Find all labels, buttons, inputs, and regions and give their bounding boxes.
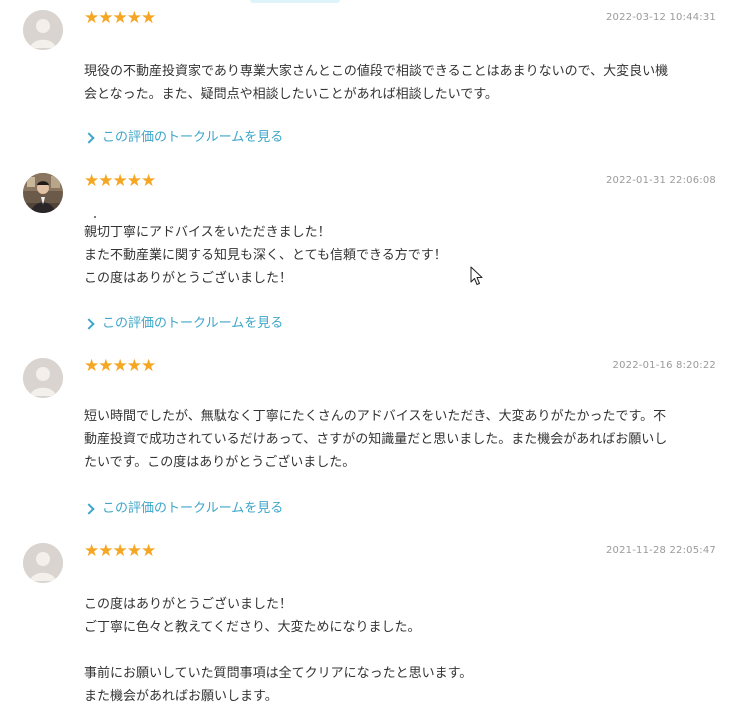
review-text-line: たいです。この度はありがとうございました。 xyxy=(84,455,356,470)
review-date: 2022-01-16 8:20:22 xyxy=(612,360,716,371)
mouse-pointer-icon xyxy=(470,266,483,285)
review-text-line: この度はありがとうございました！ xyxy=(84,271,293,286)
user-avatar-icon[interactable] xyxy=(23,173,63,213)
review-item: ★★★★★ 2022-03-12 10:44:31 現役の不動産投資家であり専業… xyxy=(0,10,750,160)
review-item: ★★★★★ 2022-01-31 22:06:08 親切丁寧にアドバイスをいただ… xyxy=(0,173,750,343)
review-text-line: 親切丁寧にアドバイスをいただきました！ xyxy=(84,225,331,240)
user-avatar-icon[interactable] xyxy=(23,543,63,583)
chevron-right-icon xyxy=(83,132,95,144)
view-talkroom-link-label: この評価のトークルームを見る xyxy=(102,130,284,145)
view-talkroom-link[interactable]: この評価のトークルームを見る xyxy=(83,316,284,332)
review-text: 現役の不動産投資家であり専業大家さんとこの値段で相談できることはあまりないので、… xyxy=(84,60,724,106)
view-talkroom-link[interactable]: この評価のトークルームを見る xyxy=(83,501,284,517)
user-avatar-icon[interactable] xyxy=(23,358,63,398)
chevron-right-icon xyxy=(83,503,95,515)
star-rating: ★★★★★ xyxy=(84,8,156,28)
review-text-line: また不動産業に関する知見も深く、とても信頼できる方です！ xyxy=(84,248,447,263)
review-text-line: この度はありがとうございました！ xyxy=(84,597,293,612)
review-text-line xyxy=(84,639,724,662)
review-text-line: 短い時間でしたが、無駄なく丁寧にたくさんのアドバイスをいただき、大変ありがたかっ… xyxy=(84,409,667,424)
review-text-line: 事前にお願いしていた質問事項は全てクリアになったと思います。 xyxy=(84,666,473,681)
review-text-line: ご丁寧に色々と教えてくださり、大変ためになりました。 xyxy=(84,620,421,635)
review-text-line: 現役の不動産投資家であり専業大家さんとこの値段で相談できることはあまりないので、… xyxy=(84,64,669,79)
star-rating: ★★★★★ xyxy=(84,171,156,191)
review-date: 2022-01-31 22:06:08 xyxy=(605,175,716,186)
review-item: ★★★★★ 2022-01-16 8:20:22 短い時間でしたが、無駄なく丁寧… xyxy=(0,358,750,528)
view-talkroom-link-label: この評価のトークルームを見る xyxy=(102,316,284,331)
review-item: ★★★★★ 2021-11-28 22:05:47 この度はありがとうございまし… xyxy=(0,543,750,720)
review-list-page: ★★★★★ 2022-03-12 10:44:31 現役の不動産投資家であり専業… xyxy=(0,0,750,720)
review-text-line: また機会があればお願いします。 xyxy=(84,689,278,704)
review-text: 親切丁寧にアドバイスをいただきました！ また不動産業に関する知見も深く、とても信… xyxy=(84,221,724,290)
chevron-right-icon xyxy=(83,318,95,330)
stray-dot xyxy=(94,216,96,218)
user-avatar-icon[interactable] xyxy=(23,10,63,50)
review-text-line: 会となった。また、疑問点や相談したいことがあれば相談したいです。 xyxy=(84,87,498,102)
review-date: 2021-11-28 22:05:47 xyxy=(605,545,716,556)
view-talkroom-link[interactable]: この評価のトークルームを見る xyxy=(83,130,284,146)
review-text: 短い時間でしたが、無駄なく丁寧にたくさんのアドバイスをいただき、大変ありがたかっ… xyxy=(84,405,724,474)
top-tab-indicator xyxy=(250,0,340,3)
review-date: 2022-03-12 10:44:31 xyxy=(605,12,716,23)
star-rating: ★★★★★ xyxy=(84,541,156,561)
review-text: この度はありがとうございました！ ご丁寧に色々と教えてくださり、大変ためになりま… xyxy=(84,593,724,708)
star-rating: ★★★★★ xyxy=(84,356,156,376)
view-talkroom-link-label: この評価のトークルームを見る xyxy=(102,501,284,516)
review-text-line: 動産投資で成功されているだけあって、さすがの知識量だと思いました。また機会があれ… xyxy=(84,432,668,447)
